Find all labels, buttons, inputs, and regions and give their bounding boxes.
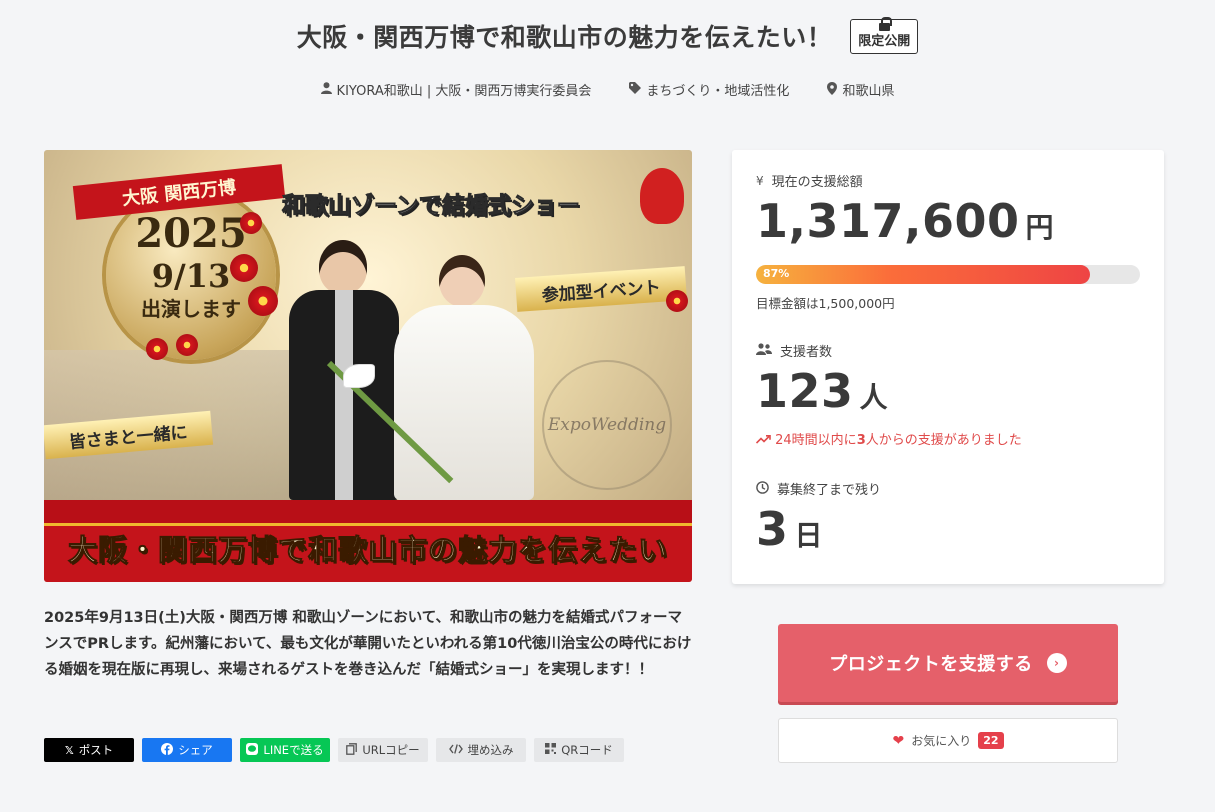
- support-label: プロジェクトを支援する: [829, 654, 1033, 675]
- remaining-label-row: 募集終了まで残り: [756, 479, 881, 498]
- location-link[interactable]: 和歌山県: [827, 80, 894, 99]
- remaining-days-row: 3日: [756, 502, 823, 556]
- backers-label-row: 支援者数: [756, 341, 832, 360]
- expo-wedding-crest: ExpoWedding: [542, 360, 672, 490]
- couple-photo: [284, 220, 534, 500]
- progress-percent: 87%: [763, 267, 790, 280]
- badge-label: 限定公開: [858, 33, 911, 49]
- total-label: 現在の支援総額: [771, 175, 863, 190]
- facebook-share-label: シェア: [178, 743, 213, 757]
- facebook-icon: [161, 742, 174, 758]
- flower-decoration: [248, 286, 278, 316]
- line-send-label: LINEで送る: [263, 743, 324, 757]
- flower-decoration: [230, 254, 258, 282]
- remaining-unit: 日: [794, 519, 824, 552]
- backers-label: 支援者数: [780, 345, 833, 360]
- tag-icon: [629, 82, 642, 97]
- groom-figure: [284, 240, 404, 500]
- project-meta: KIYORA和歌山 | 大阪・関西万博実行委員会 まちづくり・地域活性化 和歌山…: [0, 80, 1215, 99]
- heart-icon: ❤: [892, 732, 905, 749]
- lock-icon: [878, 16, 892, 32]
- remaining-label: 募集終了まで残り: [777, 483, 882, 498]
- embed-label: 埋め込み: [467, 743, 514, 757]
- x-icon: 𝕏: [64, 743, 74, 757]
- goal-amount: 目標金額は1,500,000円: [756, 296, 895, 311]
- flower-decoration: [146, 338, 168, 360]
- trend-prefix: 24時間以内に: [775, 433, 857, 448]
- yen-icon: ¥: [756, 173, 764, 188]
- bride-figure: [394, 255, 534, 500]
- limited-public-badge: 限定公開: [850, 16, 919, 54]
- hero-image: 大阪 関西万博 2025 9/13 出演します 和歌山ゾーンで結婚式ショー 参加…: [44, 150, 692, 582]
- code-icon: [448, 743, 463, 757]
- qr-code-label: QRコード: [561, 743, 613, 757]
- favorite-count-badge: 22: [978, 732, 1004, 749]
- location-name: 和歌山県: [842, 84, 895, 99]
- title-row: 大阪・関西万博で和歌山市の魅力を伝えたい！ 限定公開: [0, 16, 1215, 54]
- recent-backers-note: 24時間以内に3人からの支援がありました: [755, 429, 1022, 448]
- embed-button[interactable]: 埋め込み: [436, 738, 526, 762]
- backers-count: 123: [756, 364, 854, 418]
- funding-stats-panel: ¥ 現在の支援総額 1,317,600 円 87% 目標金額は1,500,000円…: [732, 150, 1164, 584]
- remaining-days: 3: [756, 502, 789, 556]
- share-buttons: 𝕏 ポスト シェア LINEで送る URLコピー 埋め込み QRコード: [44, 738, 624, 762]
- trending-up-icon: [755, 433, 775, 448]
- owner-name: KIYORA和歌山 | 大阪・関西万博実行委員会: [336, 84, 592, 99]
- project-summary: 2025年9月13日(土)大阪・関西万博 和歌山ゾーンにおいて、和歌山市の魅力を…: [44, 610, 692, 678]
- lily-flower: [344, 365, 374, 387]
- hero-band-text: 大阪・関西万博で和歌山市の魅力を伝えたい: [67, 533, 668, 568]
- clock-icon: [756, 480, 769, 497]
- location-pin-icon: [827, 81, 838, 98]
- chevron-right-circle-icon: ›: [1046, 653, 1067, 673]
- users-icon: [756, 343, 772, 358]
- total-label-row: ¥ 現在の支援総額: [756, 171, 863, 191]
- flower-decoration: [240, 212, 262, 234]
- hero-headline: 和歌山ゾーンで結婚式ショー: [282, 192, 581, 220]
- support-project-button[interactable]: プロジェクトを支援する ›: [778, 624, 1118, 702]
- copy-icon: [346, 742, 358, 758]
- flower-decoration: [666, 290, 688, 312]
- owner-link[interactable]: KIYORA和歌山 | 大阪・関西万博実行委員会: [320, 80, 592, 99]
- user-icon: [320, 82, 332, 97]
- category-link[interactable]: まちづくり・地域活性化: [629, 80, 789, 99]
- trend-number: 3: [856, 433, 866, 448]
- total-unit: 円: [1025, 211, 1055, 244]
- url-copy-button[interactable]: URLコピー: [338, 738, 428, 762]
- trend-suffix: 人からの支援がありました: [865, 433, 1022, 448]
- url-copy-label: URLコピー: [362, 743, 420, 757]
- line-send-button[interactable]: LINEで送る: [240, 738, 330, 762]
- funding-progress-bar: 87%: [756, 265, 1140, 284]
- qr-code-icon: [545, 743, 557, 757]
- facebook-share-button[interactable]: シェア: [142, 738, 232, 762]
- x-post-button[interactable]: 𝕏 ポスト: [44, 738, 134, 762]
- backers-count-row: 123 人: [756, 364, 888, 418]
- category-name: まちづくり・地域活性化: [646, 84, 790, 99]
- line-icon: [246, 742, 259, 758]
- backers-unit: 人: [859, 381, 889, 414]
- total-amount-row: 1,317,600 円: [756, 194, 1054, 248]
- favorite-button[interactable]: ❤ お気に入り 22: [778, 718, 1118, 763]
- flower-decoration: [176, 334, 198, 356]
- progress-fill: [756, 265, 1091, 284]
- favorite-label: お気に入り: [911, 734, 972, 748]
- sea-bream-icon: [640, 168, 684, 224]
- page-title: 大阪・関西万博で和歌山市の魅力を伝えたい！: [296, 23, 833, 52]
- total-amount: 1,317,600: [756, 194, 1020, 248]
- x-post-label: ポスト: [78, 743, 114, 757]
- qr-code-button[interactable]: QRコード: [534, 738, 624, 762]
